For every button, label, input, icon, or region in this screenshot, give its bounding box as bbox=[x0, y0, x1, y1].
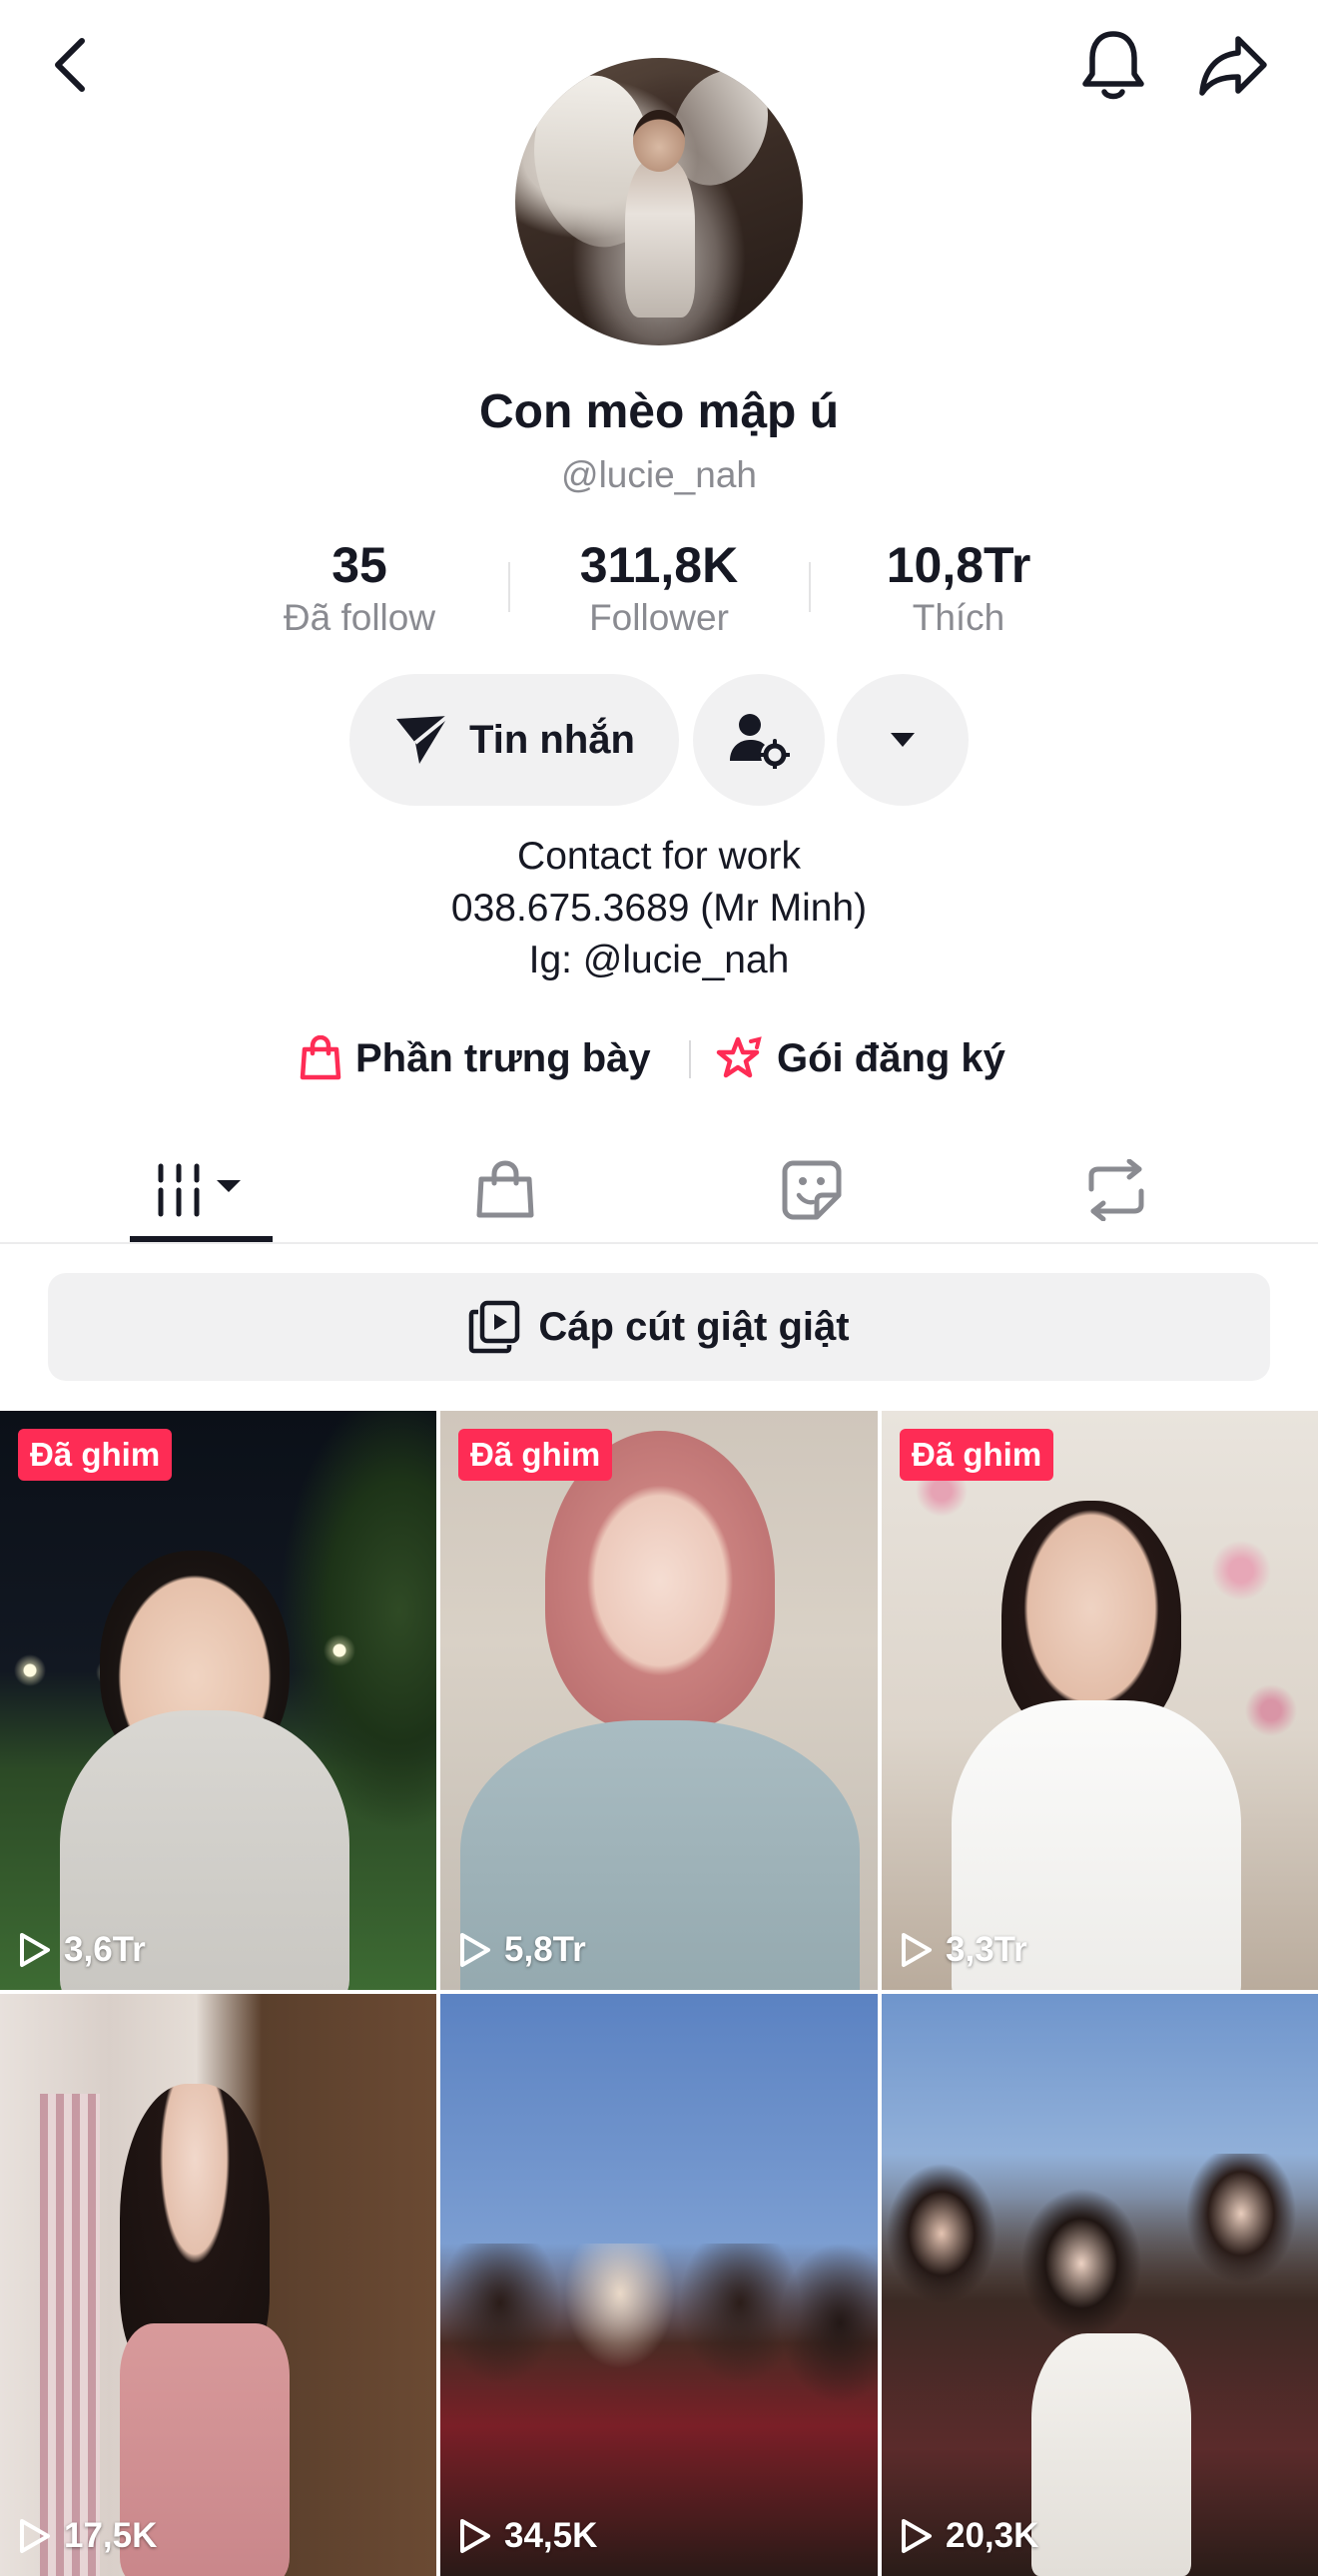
profile-username: @lucie_nah bbox=[561, 454, 757, 495]
view-count-label: 5,8Tr bbox=[504, 1930, 586, 1969]
tab-favorites[interactable] bbox=[712, 1138, 912, 1242]
view-count: 34,5K bbox=[458, 2506, 597, 2566]
view-count: 17,5K bbox=[18, 2506, 157, 2566]
bell-icon bbox=[1082, 31, 1144, 100]
video-grid: Đã ghim 3,6Tr Đã ghim 5,8Tr Đã ghim 3,3T… bbox=[0, 1411, 1318, 2576]
profile-stats: 35 Đã follow 311,8K Follower 10,8Tr Thíc… bbox=[0, 534, 1318, 644]
subscription-link[interactable]: Gói đăng ký bbox=[713, 1026, 1005, 1090]
play-icon bbox=[20, 2519, 50, 2553]
bio-line: Ig: @lucie_nah bbox=[528, 939, 790, 981]
user-settings-icon bbox=[730, 714, 790, 769]
stat-following[interactable]: 35 Đã follow bbox=[230, 534, 489, 640]
content-tabs bbox=[0, 1138, 1318, 1244]
stat-label: Thích bbox=[912, 597, 1005, 638]
star-badge-icon bbox=[716, 1036, 762, 1078]
view-count-label: 17,5K bbox=[64, 2516, 158, 2555]
video-thumbnail[interactable]: 34,5K bbox=[440, 1994, 878, 2576]
avatar[interactable] bbox=[515, 58, 803, 345]
view-count: 3,6Tr bbox=[18, 1920, 146, 1980]
showcase-link[interactable]: Phần trưng bày bbox=[300, 1026, 651, 1090]
profile-display-name: Con mèo mập ú bbox=[478, 385, 840, 438]
stat-value: 10,8Tr bbox=[886, 537, 1031, 593]
video-thumbnail[interactable]: Đã ghim 5,8Tr bbox=[440, 1411, 878, 1990]
stat-value: 35 bbox=[331, 537, 387, 593]
video-thumbnail[interactable]: 17,5K bbox=[0, 1994, 436, 2576]
sticker-face-icon bbox=[782, 1160, 842, 1220]
more-options-button[interactable] bbox=[837, 674, 969, 806]
stat-label: Đã follow bbox=[283, 597, 436, 638]
stat-label: Follower bbox=[589, 597, 729, 638]
active-tab-indicator bbox=[130, 1236, 273, 1242]
send-icon bbox=[396, 714, 450, 764]
playlist-button[interactable]: Cáp cút giật giật bbox=[48, 1273, 1270, 1381]
share-button[interactable] bbox=[1188, 20, 1278, 110]
bio-line: Contact for work bbox=[517, 835, 801, 878]
notifications-button[interactable] bbox=[1068, 20, 1158, 110]
stat-divider bbox=[508, 562, 510, 612]
play-icon bbox=[460, 1933, 490, 1967]
back-button[interactable] bbox=[30, 20, 110, 110]
links-divider bbox=[689, 1040, 691, 1078]
view-count: 3,3Tr bbox=[900, 1920, 1027, 1980]
message-button[interactable]: Tin nhắn bbox=[349, 674, 679, 806]
caret-down-icon bbox=[891, 733, 915, 747]
repost-icon bbox=[1088, 1159, 1144, 1221]
subscription-label: Gói đăng ký bbox=[777, 1035, 1005, 1080]
play-icon bbox=[20, 1933, 50, 1967]
tab-shop[interactable] bbox=[405, 1138, 605, 1242]
play-icon bbox=[460, 2519, 490, 2553]
pinned-badge: Đã ghim bbox=[18, 1429, 173, 1481]
profile-bio: Contact for work 038.675.3689 (Mr Minh) … bbox=[0, 831, 1318, 986]
stat-value: 311,8K bbox=[579, 537, 739, 593]
video-thumbnail-detail bbox=[1031, 2333, 1191, 2576]
pinned-badge: Đã ghim bbox=[900, 1429, 1054, 1481]
video-thumbnail[interactable]: Đã ghim 3,6Tr bbox=[0, 1411, 436, 1990]
stat-divider bbox=[809, 562, 811, 612]
chevron-left-icon bbox=[55, 38, 85, 92]
showcase-label: Phần trưng bày bbox=[355, 1035, 651, 1080]
shopping-bag-icon bbox=[300, 1035, 341, 1080]
playlist-label: Cáp cút giật giật bbox=[538, 1304, 850, 1349]
user-settings-button[interactable] bbox=[693, 674, 825, 806]
view-count-label: 20,3K bbox=[946, 2516, 1039, 2555]
play-icon bbox=[902, 1933, 932, 1967]
pinned-badge: Đã ghim bbox=[458, 1429, 613, 1481]
video-thumbnail[interactable]: 20,3K bbox=[882, 1994, 1318, 2576]
playlist-icon bbox=[469, 1300, 520, 1354]
tab-reposts[interactable] bbox=[1016, 1138, 1216, 1242]
view-count: 20,3K bbox=[900, 2506, 1038, 2566]
stat-likes[interactable]: 10,8Tr Thích bbox=[829, 534, 1088, 640]
profile-links: Phần trưng bày Gói đăng ký bbox=[0, 1026, 1318, 1090]
profile-actions: Tin nhắn bbox=[0, 674, 1318, 806]
avatar-photo-detail bbox=[625, 158, 695, 318]
avatar-photo-detail bbox=[633, 110, 685, 172]
view-count-label: 3,6Tr bbox=[64, 1930, 146, 1969]
stat-followers[interactable]: 311,8K Follower bbox=[529, 534, 789, 640]
bio-line: 038.675.3689 (Mr Minh) bbox=[450, 887, 868, 930]
view-count-label: 34,5K bbox=[504, 2516, 598, 2555]
shopping-bag-icon bbox=[476, 1160, 534, 1218]
view-count-label: 3,3Tr bbox=[946, 1930, 1027, 1969]
video-thumbnail[interactable]: Đã ghim 3,3Tr bbox=[882, 1411, 1318, 1990]
tab-videos[interactable] bbox=[101, 1138, 301, 1242]
videos-grid-icon bbox=[158, 1163, 241, 1217]
view-count: 5,8Tr bbox=[458, 1920, 586, 1980]
share-arrow-icon bbox=[1199, 36, 1267, 96]
message-button-label: Tin nhắn bbox=[469, 717, 635, 762]
play-icon bbox=[902, 2519, 932, 2553]
video-thumbnail-detail bbox=[40, 2094, 100, 2576]
